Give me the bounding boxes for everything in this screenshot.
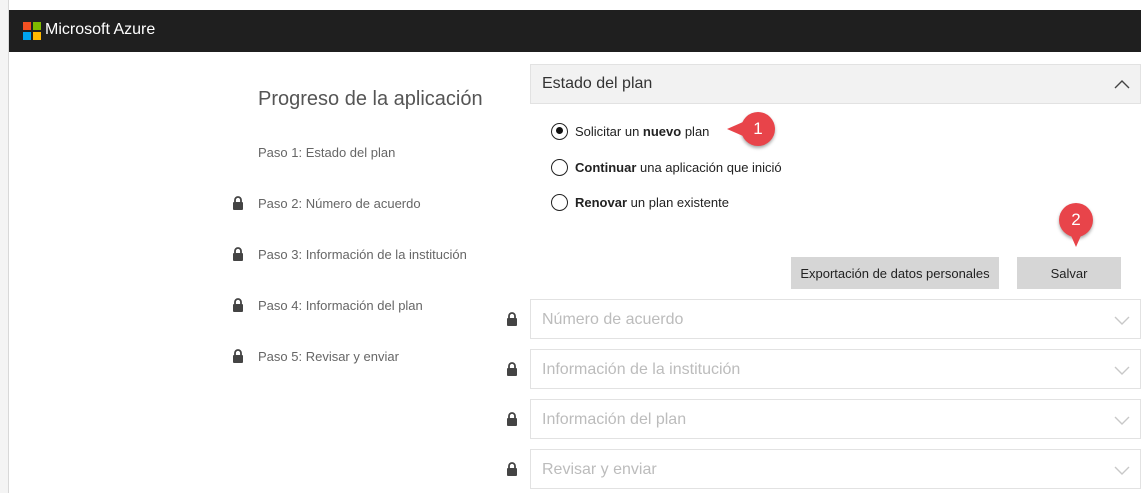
azure-top-bar: Microsoft Azure xyxy=(9,10,1141,52)
chevron-up-icon[interactable] xyxy=(1114,77,1130,93)
radio-option-renew[interactable]: Renovar un plan existente xyxy=(551,192,729,212)
section-title: Información del plan xyxy=(542,411,687,428)
step-1-label[interactable]: Paso 1: Estado del plan xyxy=(258,145,395,160)
brand-name[interactable]: Microsoft Azure xyxy=(45,21,155,39)
plan-status-header[interactable]: Estado del plan xyxy=(530,64,1141,104)
lock-icon xyxy=(506,462,518,476)
radio-option-continue[interactable]: Continuar una aplicación que inició xyxy=(551,157,782,177)
radio-button-checked[interactable] xyxy=(551,122,568,140)
step-4-label: Paso 4: Información del plan xyxy=(258,298,423,313)
plan-status-title: Estado del plan xyxy=(542,75,653,92)
step-5-label: Paso 5: Revisar y enviar xyxy=(258,349,399,364)
callout-marker-1: 1 xyxy=(727,112,775,146)
chevron-down-icon xyxy=(1114,366,1130,375)
step-3-label: Paso 3: Información de la institución xyxy=(258,247,467,262)
section-review-submit: Revisar y enviar xyxy=(530,449,1141,489)
lock-icon xyxy=(506,412,518,426)
export-personal-data-button[interactable]: Exportación de datos personales xyxy=(791,257,999,289)
chevron-down-icon xyxy=(1114,316,1130,325)
section-title: Información de la institución xyxy=(542,361,741,378)
progress-title: Progreso de la aplicación xyxy=(258,88,483,110)
chevron-down-icon xyxy=(1114,416,1130,425)
lock-icon xyxy=(232,247,244,261)
lock-icon xyxy=(232,349,244,363)
window-top-margin xyxy=(9,0,1141,10)
step-2-label: Paso 2: Número de acuerdo xyxy=(258,196,421,211)
lock-icon xyxy=(506,312,518,326)
save-button[interactable]: Salvar xyxy=(1017,257,1121,289)
callout-marker-2: 2 xyxy=(1059,203,1093,247)
radio-option-new-plan[interactable]: Solicitar un nuevo plan xyxy=(551,121,709,141)
lock-icon xyxy=(232,298,244,312)
window-frame-left xyxy=(0,0,9,493)
section-title: Número de acuerdo xyxy=(542,311,684,328)
lock-icon xyxy=(506,362,518,376)
radio-button[interactable] xyxy=(551,158,568,176)
section-institution-info: Información de la institución xyxy=(530,349,1141,389)
lock-icon xyxy=(232,196,244,210)
section-title: Revisar y enviar xyxy=(542,461,657,478)
microsoft-logo-icon xyxy=(23,22,41,40)
chevron-down-icon xyxy=(1114,466,1130,475)
section-agreement-number: Número de acuerdo xyxy=(530,299,1141,339)
radio-button[interactable] xyxy=(551,193,568,211)
section-plan-info: Información del plan xyxy=(530,399,1141,439)
